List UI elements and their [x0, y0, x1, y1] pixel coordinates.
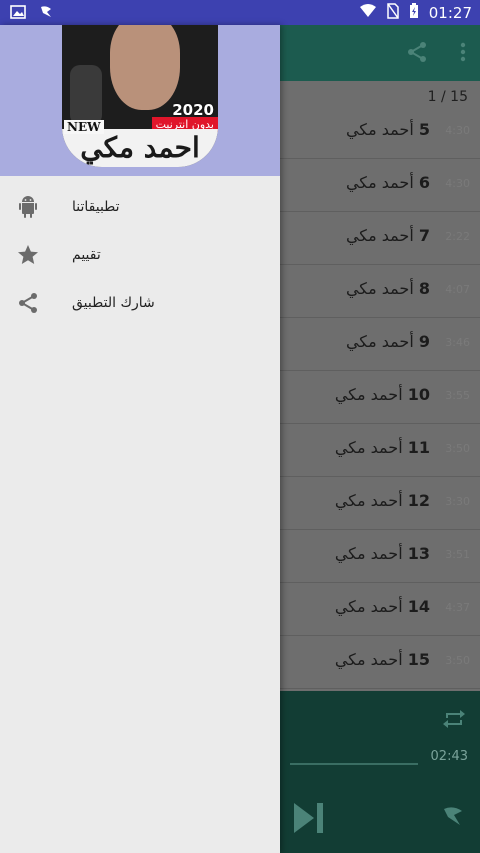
song-title: 6 أحمد مكي — [345, 173, 430, 192]
song-duration: 4:07 — [445, 283, 470, 296]
drawer-menu: تطبيقاتنا تقييم شارك التطبيق — [0, 185, 280, 329]
song-duration: 4:30 — [445, 177, 470, 190]
menu-item-label: تطبيقاتنا — [72, 199, 120, 215]
song-title: 7 أحمد مكي — [345, 226, 430, 245]
cover-title: احمد مكي — [80, 131, 200, 164]
song-title: 8 أحمد مكي — [345, 279, 430, 298]
song-duration: 3:30 — [445, 495, 470, 508]
app-logo-icon — [440, 803, 466, 833]
share-icon — [16, 291, 40, 315]
page-indicator: 1 / 15 — [427, 89, 468, 105]
song-title: 13 أحمد مكي — [334, 544, 430, 563]
repeat-icon[interactable] — [440, 705, 468, 737]
song-title: 12 أحمد مكي — [334, 491, 430, 510]
song-duration: 2:22 — [445, 230, 470, 243]
song-duration: 3:55 — [445, 389, 470, 402]
menu-item-rate[interactable]: تقييم — [0, 233, 280, 281]
app-notification-icon — [38, 4, 54, 24]
song-duration: 3:50 — [445, 654, 470, 667]
total-time: 02:43 — [430, 749, 468, 764]
song-title: 9 أحمد مكي — [345, 332, 430, 351]
menu-item-share-app[interactable]: شارك التطبيق — [0, 281, 280, 329]
song-duration: 4:30 — [445, 124, 470, 137]
song-title: 15 أحمد مكي — [334, 650, 430, 669]
share-icon[interactable] — [406, 41, 428, 67]
song-title: 11 أحمد مكي — [334, 438, 430, 457]
album-cover: 2020 بدون انترنيت NEW احمد مكي — [62, 25, 218, 167]
song-duration: 3:50 — [445, 442, 470, 455]
more-options-icon[interactable] — [460, 41, 466, 67]
menu-item-label: تقييم — [72, 247, 101, 263]
song-title: 5 أحمد مكي — [345, 120, 430, 139]
song-duration: 4:37 — [445, 601, 470, 614]
menu-item-label: شارك التطبيق — [72, 295, 155, 311]
star-icon — [16, 243, 40, 267]
battery-charging-icon — [409, 3, 419, 23]
microphone-graphic — [70, 65, 102, 125]
song-title: 14 أحمد مكي — [334, 597, 430, 616]
clock: 01:27 — [428, 4, 472, 22]
no-sim-icon — [387, 3, 399, 23]
wifi-icon — [359, 4, 377, 22]
skip-next-icon[interactable] — [292, 801, 326, 839]
status-bar: 01:27 — [0, 0, 480, 25]
menu-item-our-apps[interactable]: تطبيقاتنا — [0, 185, 280, 233]
gallery-icon — [10, 4, 26, 24]
android-icon — [16, 195, 40, 219]
song-duration: 3:51 — [445, 548, 470, 561]
navigation-drawer: 2020 بدون انترنيت NEW احمد مكي تطبيقاتنا… — [0, 25, 280, 853]
song-duration: 3:46 — [445, 336, 470, 349]
song-title: 10 أحمد مكي — [334, 385, 430, 404]
drawer-header: 2020 بدون انترنيت NEW احمد مكي — [0, 25, 280, 176]
seek-bar[interactable] — [290, 763, 418, 765]
artist-photo — [110, 25, 180, 110]
